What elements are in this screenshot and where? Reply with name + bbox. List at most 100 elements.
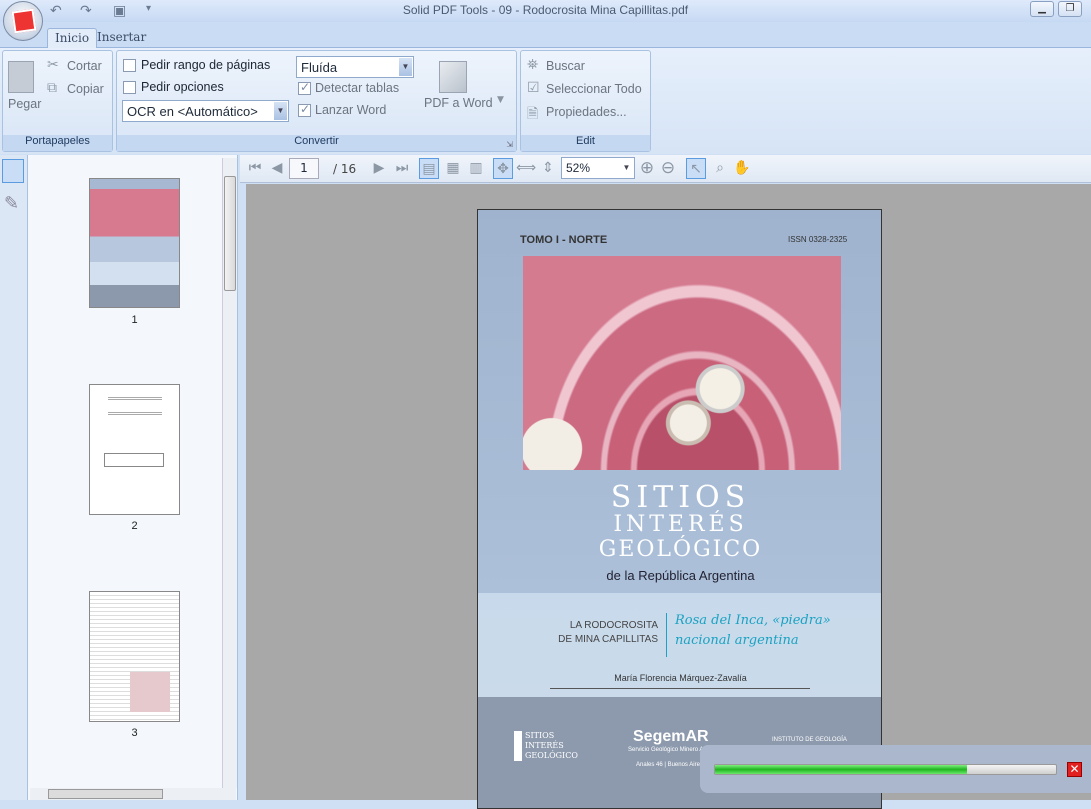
- zoom-value: 52%: [566, 161, 591, 175]
- rhodochrosite-photo: [523, 256, 841, 470]
- dialog-launcher-icon[interactable]: ⇲: [506, 140, 513, 149]
- cover-title-1: SITIOS: [610, 480, 751, 515]
- page-number-input[interactable]: 1: [289, 158, 319, 179]
- horizontal-scrollbar[interactable]: [30, 788, 236, 800]
- thumbnail-content: [104, 453, 164, 467]
- zoom-area-icon[interactable]: ⌕: [710, 158, 730, 179]
- pdf-to-word-icon: [439, 61, 467, 93]
- app-menu-button[interactable]: [3, 1, 43, 41]
- chevron-down-icon[interactable]: ▼: [497, 95, 504, 105]
- pages-panel-icon[interactable]: [2, 159, 24, 183]
- thumbnail-label: 1: [131, 314, 138, 326]
- pdf-to-word-button[interactable]: PDF a Word: [424, 96, 493, 110]
- ribbon: Pegar ✂ Cortar ⧉ Copiar Portapapeles Ped…: [0, 48, 1091, 154]
- progress-fill: [715, 765, 968, 774]
- properties-icon: 🗎: [527, 106, 539, 122]
- save-icon[interactable]: ▣: [113, 3, 131, 19]
- continuous-page-icon[interactable]: ▥: [466, 158, 486, 179]
- app-logo-icon: [11, 8, 37, 34]
- cover-tomo: TOMO I - NORTE: [520, 234, 608, 246]
- scrollbar-thumb[interactable]: [224, 176, 236, 291]
- last-page-icon[interactable]: ⏭: [392, 158, 412, 179]
- annotations-panel-icon[interactable]: ✎: [4, 193, 19, 214]
- group-label: Portapapeles: [3, 135, 112, 151]
- page-range-label: Pedir rango de páginas: [141, 58, 271, 72]
- close-icon[interactable]: ✕: [1067, 762, 1082, 777]
- copy-icon: ⧉: [47, 80, 57, 96]
- thumbnails-scrollbar[interactable]: [222, 158, 237, 788]
- redo-icon[interactable]: ↷: [80, 3, 98, 19]
- cover-headline-2: nacional argentina: [675, 633, 799, 648]
- prev-page-icon[interactable]: ◀: [267, 158, 287, 179]
- paste-icon: [8, 61, 34, 93]
- select-all-icon: ☑: [527, 80, 540, 96]
- thumbnail-label: 3: [131, 727, 138, 739]
- binoculars-icon: ⛯: [527, 57, 539, 73]
- divider: [666, 613, 667, 657]
- search-button[interactable]: Buscar: [546, 59, 585, 73]
- mode-value: Fluída: [301, 60, 338, 75]
- group-label: Edit: [521, 135, 650, 151]
- detect-tables-checkbox[interactable]: [298, 80, 311, 95]
- chevron-down-icon: ▼: [274, 102, 287, 120]
- cut-button[interactable]: Cortar: [67, 59, 102, 73]
- cover-author: María Florencia Márquez-Zavalía: [614, 673, 747, 683]
- detect-tables-label: Detectar tablas: [315, 81, 400, 95]
- logo-instituto: INSTITUTO DE GEOLOGÍA: [772, 737, 847, 743]
- cover-footer: Anales 46 | Buenos Aires: [636, 762, 703, 768]
- properties-button[interactable]: Propiedades...: [546, 105, 627, 119]
- single-page-icon[interactable]: ▤: [419, 158, 439, 179]
- cover-issn: ISSN 0328-2325: [788, 235, 848, 244]
- ocr-select[interactable]: OCR en <Automático> ▼: [122, 100, 289, 122]
- pan-hand-icon[interactable]: ✋: [732, 158, 752, 179]
- zoom-select[interactable]: 52% ▼: [561, 157, 635, 179]
- first-page-icon[interactable]: ⏮: [245, 158, 265, 179]
- group-convertir: Pedir rango de páginas Pedir opciones OC…: [116, 50, 517, 152]
- fit-height-icon[interactable]: ⇕: [538, 158, 558, 179]
- next-page-icon[interactable]: ▶: [369, 158, 389, 179]
- pdf-page: TOMO I - NORTE ISSN 0328-2325 SITIOS INT…: [477, 209, 882, 809]
- thumbnail-page-1[interactable]: [89, 178, 180, 308]
- options-checkbox[interactable]: [123, 81, 136, 94]
- paste-button[interactable]: Pegar: [8, 97, 41, 111]
- navigation-toolbar: ⏮ ◀ 1 / 16 ▶ ⏭ ▤ ▦ ▥ ✥ ⟺ ⇕ 52% ▼ ⊕ ⊖ ↖ ⌕ …: [240, 155, 1091, 183]
- fit-width-icon[interactable]: ⟺: [516, 158, 536, 179]
- select-cursor-icon[interactable]: ↖: [686, 158, 706, 179]
- copy-button[interactable]: Copiar: [67, 82, 104, 96]
- progress-bar: [714, 764, 1057, 775]
- two-page-icon[interactable]: ▦: [443, 158, 463, 179]
- launch-word-checkbox[interactable]: [298, 102, 311, 117]
- cover-headline-1: Rosa del Inca, «piedra»: [675, 613, 831, 628]
- zoom-out-icon[interactable]: ⊖: [658, 158, 678, 179]
- tab-insertar[interactable]: Insertar: [90, 28, 153, 48]
- cover-topic-1: LA RODOCROSITA: [569, 620, 658, 631]
- minimize-button[interactable]: ▁: [1030, 1, 1054, 17]
- cover-subtitle: de la República Argentina: [606, 568, 755, 583]
- fit-page-icon[interactable]: ✥: [493, 158, 513, 179]
- logo-sitios: SITIOS INTERÉS GEOLÓGICO: [514, 731, 584, 761]
- launch-word-label: Lanzar Word: [315, 103, 387, 117]
- cover-band: LA RODOCROSITA DE MINA CAPILLITAS Rosa d…: [478, 593, 881, 697]
- thumbnail-label: 2: [131, 520, 138, 532]
- ribbon-tabs: Inicio Insertar: [0, 22, 1091, 48]
- scrollbar-thumb[interactable]: [48, 789, 163, 799]
- cover-topic-2: DE MINA CAPILLITAS: [558, 634, 658, 645]
- customize-toolbar-icon[interactable]: ▾: [146, 3, 164, 19]
- zoom-in-icon[interactable]: ⊕: [637, 158, 657, 179]
- group-edit: ⛯ Buscar ☑ Seleccionar Todo 🗎 Propiedade…: [520, 50, 651, 152]
- thumbnail-page-2[interactable]: [89, 384, 180, 515]
- chevron-down-icon: ▼: [399, 58, 412, 76]
- side-panel-tabs: ✎: [0, 155, 28, 800]
- group-label: Convertir: [117, 135, 516, 151]
- page-range-checkbox[interactable]: [123, 59, 136, 72]
- total-pages: / 16: [333, 162, 357, 176]
- mode-select[interactable]: Fluída ▼: [296, 56, 414, 78]
- restore-button[interactable]: ❐: [1058, 1, 1082, 17]
- cover-title-2: INTERÉS: [613, 512, 748, 537]
- logo-segemar: SegemAR: [633, 728, 709, 745]
- thumbnail-page-3[interactable]: [89, 591, 180, 722]
- conversion-progress-popup: ✕: [700, 745, 1091, 793]
- select-all-button[interactable]: Seleccionar Todo: [546, 82, 642, 96]
- options-label: Pedir opciones: [141, 80, 224, 94]
- undo-icon[interactable]: ↶: [50, 3, 68, 19]
